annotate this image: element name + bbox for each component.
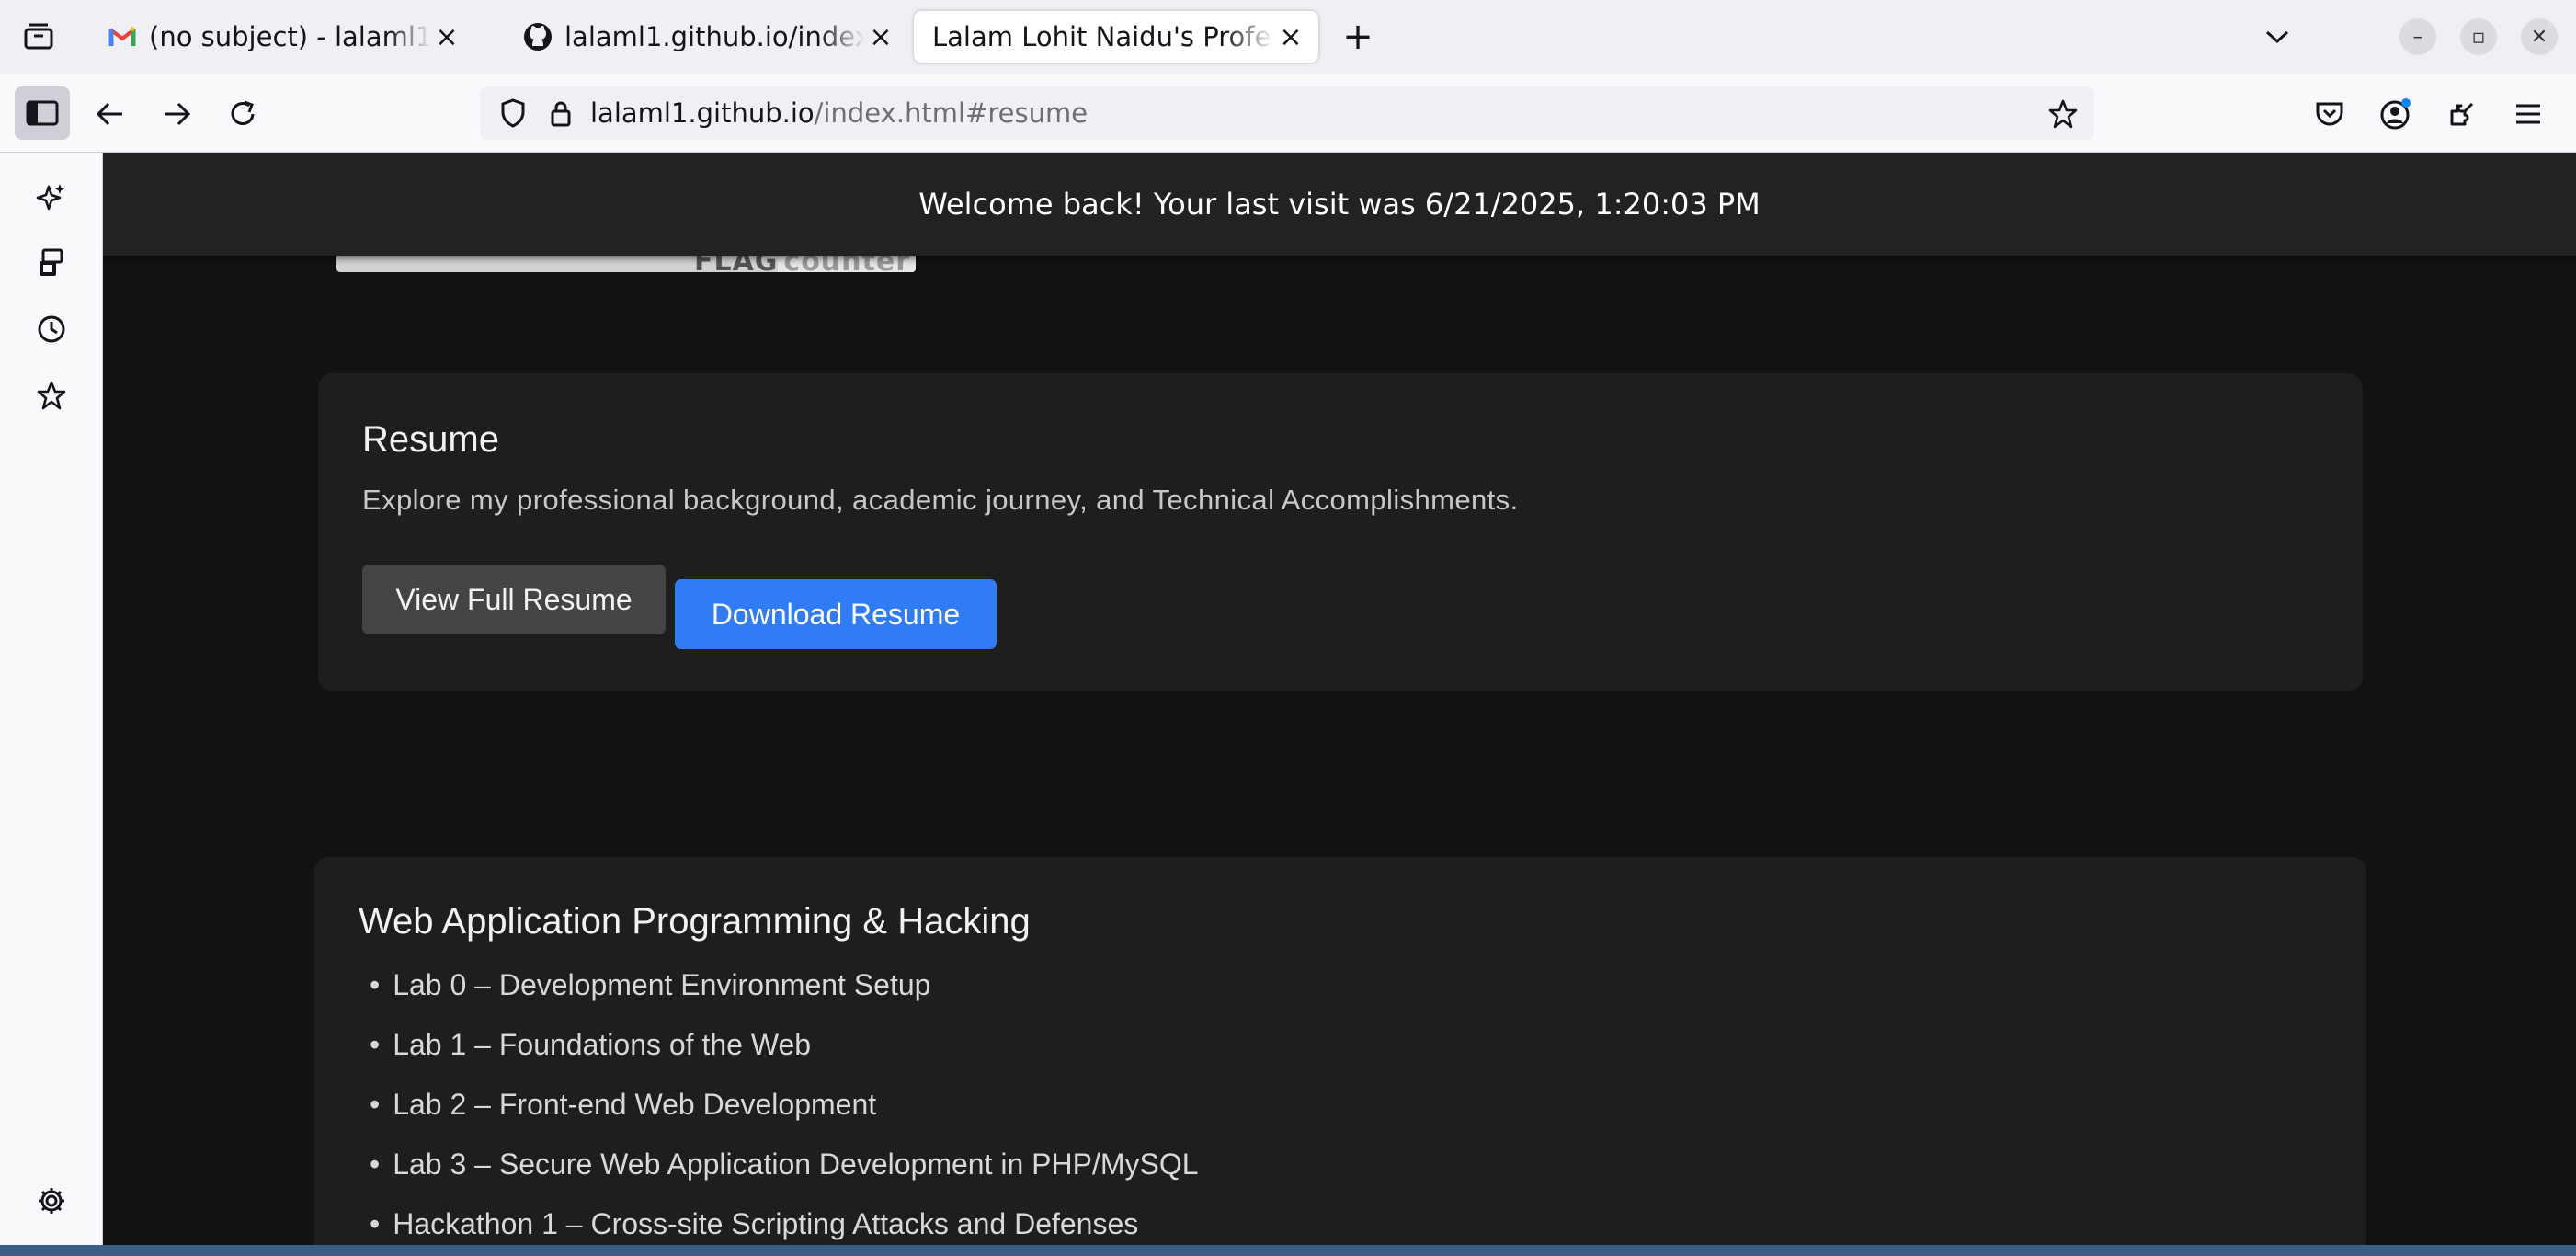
close-window-button[interactable]: ✕ [2521, 18, 2558, 55]
list-all-tabs-icon[interactable] [2257, 17, 2297, 57]
extensions-icon[interactable] [2440, 92, 2484, 136]
gmail-icon [107, 21, 138, 52]
close-tab-icon[interactable]: × [430, 20, 463, 53]
desktop-edge [0, 1245, 2576, 1256]
tab-active-portfolio[interactable]: Lalam Lohit Naidu's Professi × [914, 11, 1318, 63]
url-host: lalaml1.github.io [590, 97, 815, 129]
ai-chatbot-icon[interactable] [29, 175, 74, 219]
welcome-back-banner: Welcome back! Your last visit was 6/21/2… [103, 153, 2576, 256]
firefox-view-icon[interactable] [18, 17, 59, 57]
forward-arrow-icon[interactable] [154, 92, 199, 136]
download-resume-button[interactable]: Download Resume [675, 579, 997, 649]
resume-heading: Resume [362, 419, 499, 460]
tab-strip: (no subject) - lalaml1@ud × lalaml1.gith… [0, 0, 2576, 74]
github-icon [522, 21, 553, 52]
url-path: /index.html#resume [814, 97, 1089, 129]
back-arrow-icon[interactable] [88, 92, 132, 136]
navigation-toolbar: lalaml1.github.io/index.html#resume [0, 74, 2576, 153]
lock-icon[interactable] [544, 99, 577, 127]
sidebar-toggle-icon[interactable] [15, 86, 70, 140]
settings-gear-icon[interactable] [29, 1179, 74, 1223]
restore-button[interactable]: ▫ [2460, 18, 2497, 55]
bookmarks-star-icon[interactable] [29, 373, 74, 417]
new-tab-button[interactable]: + [1338, 16, 1378, 58]
browser-sidebar [0, 153, 103, 1245]
resume-card: Resume Explore my professional backgroun… [318, 373, 2363, 691]
lab-list: Lab 0 – Development Environment Setup La… [370, 960, 1199, 1245]
history-clock-icon[interactable] [29, 307, 74, 351]
list-item: Lab 0 – Development Environment Setup [370, 960, 1199, 1020]
tracking-protection-shield-icon[interactable] [493, 98, 533, 128]
minimize-button[interactable]: – [2399, 18, 2436, 55]
web-app-programming-card: Web Application Programming & Hacking La… [314, 857, 2366, 1245]
tab-title: (no subject) - lalaml1@ud [149, 21, 430, 52]
bookmark-star-icon[interactable] [2045, 96, 2081, 132]
welcome-message: Welcome back! Your last visit was 6/21/2… [918, 187, 1761, 222]
list-item: Lab 1 – Foundations of the Web [370, 1020, 1199, 1079]
web-app-section-heading: Web Application Programming & Hacking [359, 901, 1031, 942]
close-tab-icon[interactable]: × [1274, 20, 1307, 53]
pocket-icon[interactable] [2308, 92, 2352, 136]
list-item: Lab 3 – Secure Web Application Developme… [370, 1139, 1198, 1199]
tab-gmail[interactable]: (no subject) - lalaml1@ud × [88, 11, 474, 63]
reload-icon[interactable] [221, 92, 265, 136]
resume-description: Explore my professional background, acad… [362, 484, 1519, 516]
view-full-resume-button[interactable]: View Full Resume [362, 565, 666, 634]
web-page-content: Welcome back! Your last visit was 6/21/2… [103, 153, 2576, 1245]
url-text[interactable]: lalaml1.github.io/index.html#resume [590, 97, 1088, 129]
account-icon[interactable] [2374, 92, 2418, 136]
list-item: Hackathon 1 – Cross-site Scripting Attac… [370, 1199, 1199, 1245]
list-item: Lab 2 – Front-end Web Development [370, 1079, 1199, 1139]
address-bar[interactable]: lalaml1.github.io/index.html#resume [480, 86, 2094, 140]
tab-title: Lalam Lohit Naidu's Professi [932, 21, 1274, 52]
close-tab-icon[interactable]: × [864, 20, 897, 53]
menu-hamburger-icon[interactable] [2506, 92, 2550, 136]
tab-title: lalaml1.github.io/index.ht [564, 21, 864, 52]
tab-github[interactable]: lalaml1.github.io/index.ht × [504, 11, 908, 63]
synced-tabs-icon[interactable] [29, 241, 74, 285]
